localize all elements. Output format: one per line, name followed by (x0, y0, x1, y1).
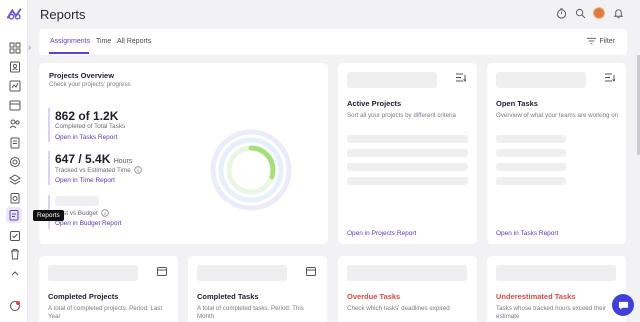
dashboard-grid-icon[interactable] (8, 41, 21, 54)
active-projects-card: Active Projects Sort all your projects b… (338, 63, 477, 244)
checklist-icon[interactable] (8, 229, 21, 242)
placeholder-row (347, 163, 468, 171)
chat-bubble-icon (618, 301, 628, 310)
card-title: Completed Projects (48, 292, 119, 301)
filter-icon (587, 37, 597, 45)
trash-icon[interactable] (8, 247, 21, 260)
placeholder-block (496, 72, 586, 88)
card-title: Open Tasks (496, 99, 538, 108)
metric-divider (48, 108, 50, 142)
sort-icon[interactable] (605, 73, 615, 82)
tracked-time-value: 647 / 5.4K (55, 152, 111, 166)
underestimated-tasks-card: Underestimated Tasks Tasks whose tracked… (487, 256, 626, 322)
people-icon[interactable] (8, 117, 21, 130)
placeholder-row (496, 177, 566, 185)
placeholder-row (347, 135, 468, 143)
page-title: Reports (40, 7, 86, 22)
progress-rings (210, 129, 292, 211)
clipboard-clock-icon[interactable] (8, 191, 21, 204)
cost-value-placeholder (55, 196, 99, 206)
overdue-tasks-card: Overdue Tasks Check which tasks' deadlin… (338, 256, 477, 322)
card-title: Underestimated Tasks (496, 292, 576, 301)
chart-icon[interactable] (8, 79, 21, 92)
tab-all-reports[interactable]: All Reports (117, 38, 151, 45)
card-title: Active Projects (347, 99, 402, 108)
report-tabs: Assignments Time All Reports Filter (39, 29, 627, 55)
chat-button[interactable] (612, 294, 634, 316)
timer-icon[interactable] (555, 7, 567, 19)
card-subtitle: Overview of what your teams are working … (496, 112, 619, 119)
info-icon[interactable] (134, 166, 142, 174)
reports-tooltip: Reports (33, 210, 64, 221)
top-bar: Reports (28, 0, 640, 28)
sidebar (0, 0, 28, 322)
placeholder-row (496, 163, 566, 171)
tracked-time-unit: Hours (113, 158, 133, 165)
completed-projects-card: Completed Projects A total of completed … (39, 256, 178, 322)
card-subtitle: Check your projects' progress (49, 81, 131, 88)
notification-alert-icon[interactable] (8, 299, 21, 312)
metric-divider (48, 151, 50, 185)
placeholder-row (347, 149, 468, 157)
calendar-icon[interactable] (8, 98, 21, 111)
app-logo[interactable] (6, 6, 24, 22)
calendar-icon[interactable] (157, 266, 167, 276)
tracked-time-label: Tracked vs Estimated Time (55, 166, 131, 174)
expand-sidebar-chevron-icon[interactable]: › (28, 42, 31, 52)
completed-tasks-label: Completed of Total Tasks (55, 123, 126, 130)
projects-overview-card: Projects Overview Check your projects' p… (39, 63, 328, 244)
filter-button[interactable]: Filter (587, 37, 615, 45)
card-subtitle: A total of completed tasks. Period: This… (197, 305, 304, 320)
placeholder-row (496, 149, 566, 157)
placeholder-row (347, 177, 468, 185)
tracked-time-label-row: Tracked vs Estimated Time (55, 166, 142, 174)
placeholder-block (496, 265, 616, 281)
placeholder-block (347, 72, 437, 88)
tracked-time-metric: 647 / 5.4K Hours (55, 152, 132, 166)
document-icon[interactable] (8, 136, 21, 149)
active-tab-indicator (49, 52, 89, 54)
search-icon[interactable] (574, 7, 586, 19)
tab-time[interactable]: Time (96, 38, 111, 45)
contact-card-icon[interactable] (8, 60, 21, 73)
open-projects-report-link[interactable]: Open in Projects Report (347, 230, 416, 237)
placeholder-row (496, 135, 566, 143)
user-avatar[interactable] (593, 7, 605, 19)
card-subtitle: Tasks whose tracked hours exceed their e… (496, 305, 607, 320)
card-title: Projects Overview (49, 71, 115, 80)
open-tasks-report-link[interactable]: Open in Tasks Report (55, 134, 117, 141)
placeholder-block (347, 265, 467, 281)
info-icon[interactable] (101, 209, 109, 217)
collapse-up-icon[interactable] (8, 267, 21, 280)
tab-assignments[interactable]: Assignments (50, 38, 90, 45)
layers-icon[interactable] (8, 173, 21, 186)
filter-label: Filter (599, 37, 615, 45)
open-tasks-card: Open Tasks Overview of what your teams a… (487, 63, 626, 244)
open-budget-report-link[interactable]: Open in Budget Report (55, 220, 122, 227)
calendar-icon[interactable] (306, 266, 316, 276)
placeholder-block (48, 265, 138, 281)
card-subtitle: A total of completed projects. Period: L… (48, 305, 163, 320)
card-title: Completed Tasks (197, 292, 259, 301)
card-title: Overdue Tasks (347, 292, 401, 301)
open-tasks-report-link[interactable]: Open in Tasks Report (496, 230, 558, 237)
bell-icon[interactable] (612, 7, 624, 19)
sort-icon[interactable] (456, 73, 466, 82)
card-subtitle: Sort all your projects by different crit… (347, 112, 456, 119)
target-icon[interactable] (8, 155, 21, 168)
card-subtitle: Check which tasks' deadlines expired (347, 305, 450, 312)
reports-icon[interactable] (6, 207, 22, 223)
placeholder-block (197, 265, 287, 281)
completed-tasks-card: Completed Tasks A total of completed tas… (188, 256, 327, 322)
open-time-report-link[interactable]: Open in Time Report (55, 177, 115, 184)
completed-tasks-value: 862 of 1.2K (55, 109, 119, 123)
